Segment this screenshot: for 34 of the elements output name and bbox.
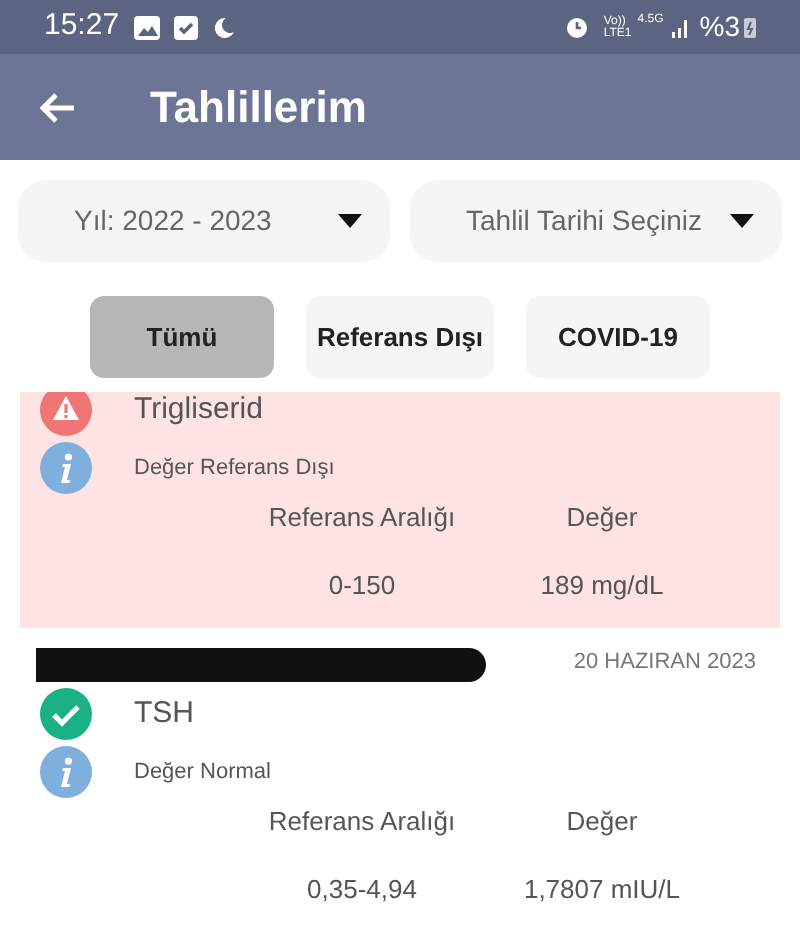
filter-tab[interactable]: Referans Dışı xyxy=(306,296,494,378)
column-header: Referans Aralığı xyxy=(266,804,458,840)
moon-icon xyxy=(211,15,234,39)
column-header: Değer xyxy=(564,500,640,536)
signal-icon xyxy=(669,17,690,37)
reference-range: 0-150 xyxy=(326,567,398,603)
test-name: Trigliserid xyxy=(134,392,263,430)
result-value: 1,7807 mIU/L xyxy=(521,871,683,907)
warning-icon xyxy=(40,392,92,436)
reference-range: 0,35-4,94 xyxy=(305,871,419,907)
info-icon xyxy=(40,746,92,798)
result-value: 189 mg/dL xyxy=(538,567,666,604)
status-time: 15:27 xyxy=(44,6,120,47)
result-note: Değer Normal xyxy=(134,757,271,788)
dropdown[interactable]: Tahlil Tarihi Seçiniz xyxy=(410,180,782,262)
caret-icon xyxy=(338,214,362,228)
column-header: Değer xyxy=(564,804,640,840)
dropdown[interactable]: Yıl: 2022 - 2023 xyxy=(18,180,390,262)
back-arrow-icon[interactable] xyxy=(40,91,76,123)
column-header: Referans Aralığı xyxy=(266,500,458,536)
filter-tab[interactable]: Tümü xyxy=(90,296,274,378)
result-date: 20 HAZIRAN 2023 xyxy=(573,647,756,678)
alarm-icon xyxy=(563,14,590,40)
result-note: Değer Referans Dışı xyxy=(134,453,335,484)
filter-tab[interactable]: COVID-19 xyxy=(526,296,710,378)
image-icon xyxy=(133,15,160,39)
battery-level: %3 xyxy=(699,8,740,46)
test-name: TSH xyxy=(134,693,194,734)
caret-icon xyxy=(730,214,754,228)
checkmark-icon xyxy=(40,688,92,740)
battery-icon xyxy=(744,16,756,38)
info-icon xyxy=(40,442,92,494)
page-title: Tahlillerim xyxy=(150,80,367,136)
checkbox-icon xyxy=(173,15,198,39)
